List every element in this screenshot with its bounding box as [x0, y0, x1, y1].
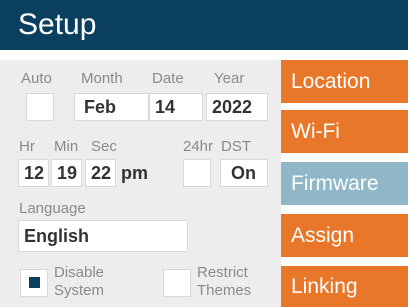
- second-value: 22: [91, 163, 112, 183]
- month-value: Feb: [84, 97, 117, 117]
- dst-value: On: [231, 163, 256, 183]
- sec-label: Sec: [91, 138, 117, 155]
- nav-assign-button[interactable]: Assign: [281, 214, 408, 257]
- disable-system-label-line1: Disable: [54, 264, 105, 281]
- date-field[interactable]: 14: [149, 93, 203, 121]
- dst-field[interactable]: On: [220, 159, 268, 187]
- auto-checkbox[interactable]: [26, 93, 54, 121]
- nav-sidebar: Location Wi-Fi Firmware Assign Linking: [281, 60, 408, 307]
- date-label: Date: [152, 70, 184, 87]
- 24hr-label: 24hr: [183, 138, 214, 155]
- min-label: Min: [54, 138, 79, 155]
- settings-panel: Auto Month Date Year Feb 14 2022 Hr Min …: [9, 60, 276, 307]
- restrict-themes-checkbox[interactable]: [163, 269, 191, 297]
- ampm-toggle[interactable]: pm: [121, 162, 148, 184]
- nav-location-button[interactable]: Location: [281, 60, 408, 103]
- header-divider: [0, 50, 408, 60]
- disable-system-label-line2: System: [54, 282, 105, 299]
- hour-field[interactable]: 12: [18, 159, 49, 187]
- date-value: 14: [155, 97, 176, 117]
- nav-linking-button[interactable]: Linking: [281, 266, 408, 307]
- page-title: Setup: [18, 8, 97, 41]
- auto-label: Auto: [21, 70, 52, 87]
- month-field[interactable]: Feb: [74, 93, 149, 121]
- nav-wifi-button[interactable]: Wi-Fi: [281, 110, 408, 153]
- language-value: English: [24, 226, 90, 246]
- second-field[interactable]: 22: [85, 159, 116, 187]
- language-field[interactable]: English: [18, 220, 188, 252]
- year-field[interactable]: 2022: [206, 93, 268, 121]
- hr-label: Hr: [19, 138, 35, 155]
- nav-firmware-button[interactable]: Firmware: [281, 162, 408, 205]
- disable-system-checkbox[interactable]: [20, 269, 48, 297]
- minute-field[interactable]: 19: [51, 159, 82, 187]
- title-bar: Setup: [0, 0, 408, 50]
- year-value: 2022: [212, 97, 253, 117]
- checked-mark-icon: [29, 277, 40, 288]
- 24hr-checkbox[interactable]: [183, 159, 211, 187]
- language-label: Language: [19, 200, 86, 217]
- dst-label: DST: [221, 138, 251, 155]
- hour-value: 12: [24, 163, 45, 183]
- restrict-themes-label-line1: Restrict: [197, 264, 248, 281]
- month-label: Month: [81, 70, 123, 87]
- year-label: Year: [214, 70, 245, 87]
- restrict-themes-label-line2: Themes: [197, 282, 252, 299]
- minute-value: 19: [57, 163, 78, 183]
